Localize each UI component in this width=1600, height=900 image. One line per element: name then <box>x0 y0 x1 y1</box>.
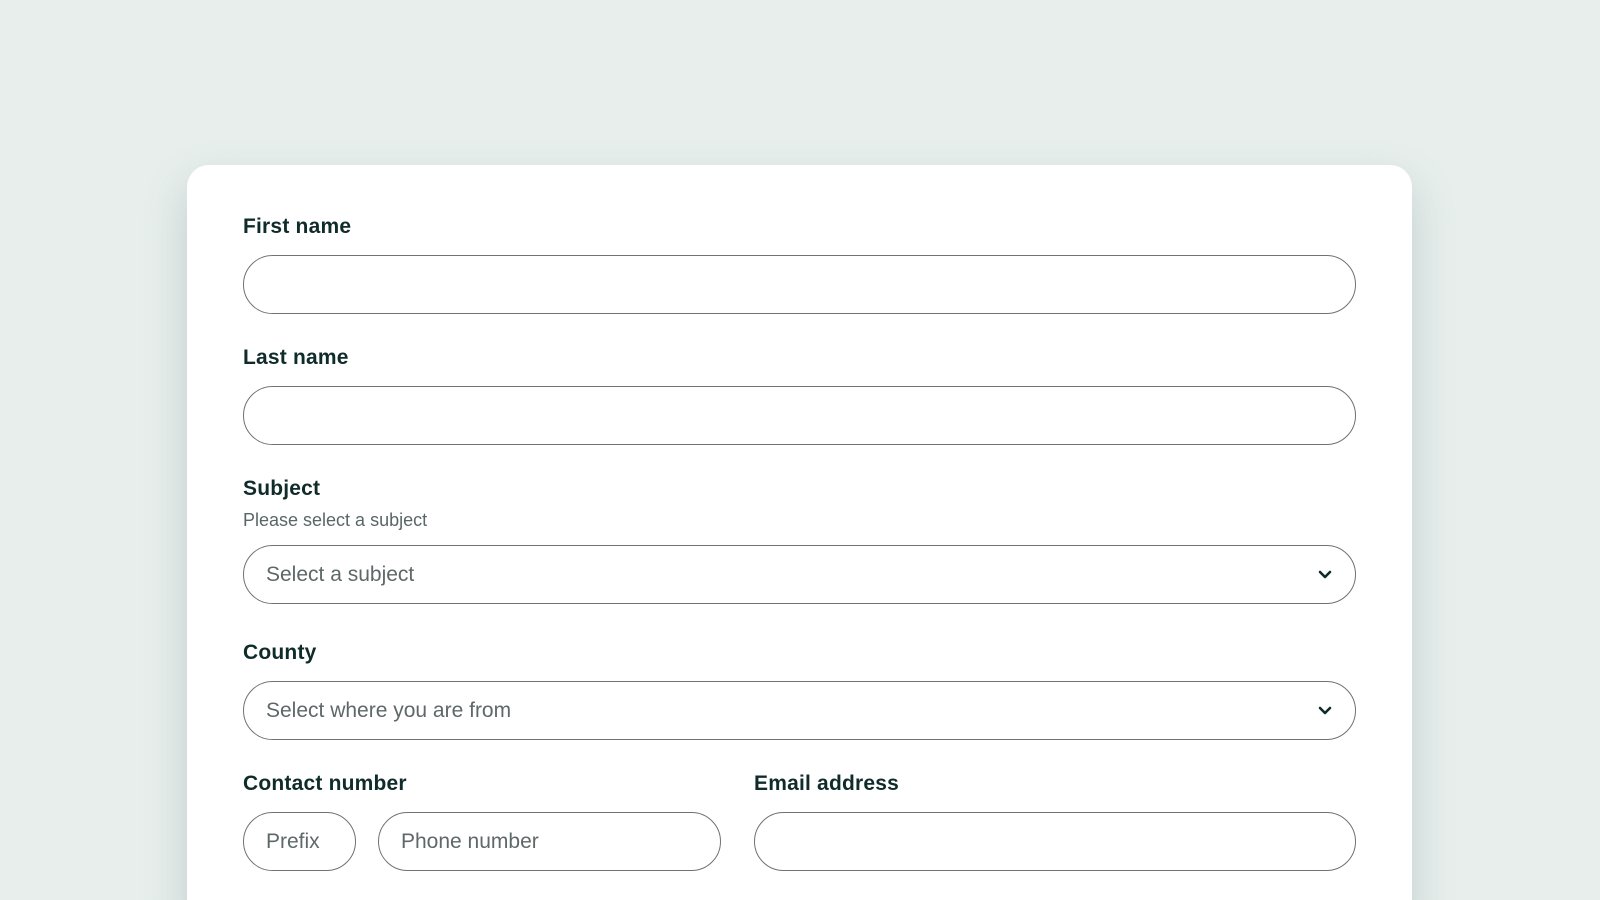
chevron-down-icon <box>1317 703 1333 719</box>
prefix-input[interactable] <box>243 812 356 871</box>
contact-row: Contact number Email address <box>243 772 1356 872</box>
county-select-value: Select where you are from <box>266 698 512 722</box>
contact-form-card: First name Last name Subject Please sele… <box>187 165 1412 900</box>
phone-inputs <box>243 812 721 871</box>
first-name-field: First name <box>243 215 1356 314</box>
subject-label: Subject <box>243 477 321 500</box>
contact-number-field: Contact number <box>243 772 721 871</box>
contact-number-label: Contact number <box>243 772 407 795</box>
last-name-field: Last name <box>243 346 1356 445</box>
subject-select[interactable]: Select a subject <box>243 545 1356 604</box>
last-name-input[interactable] <box>243 386 1356 445</box>
email-label: Email address <box>754 772 900 795</box>
county-label: County <box>243 641 317 664</box>
county-select[interactable]: Select where you are from <box>243 681 1356 740</box>
last-name-label: Last name <box>243 346 349 369</box>
first-name-input[interactable] <box>243 255 1356 314</box>
email-field: Email address <box>754 772 1356 871</box>
county-field: County Select where you are from <box>243 641 1356 740</box>
subject-field: Subject Please select a subject Select a… <box>243 477 1356 604</box>
email-input[interactable] <box>754 812 1356 871</box>
first-name-label: First name <box>243 215 352 238</box>
chevron-down-icon <box>1317 567 1333 583</box>
phone-number-input[interactable] <box>378 812 721 871</box>
page: First name Last name Subject Please sele… <box>0 0 1600 900</box>
subject-select-value: Select a subject <box>266 562 415 586</box>
subject-hint: Please select a subject <box>243 510 428 530</box>
